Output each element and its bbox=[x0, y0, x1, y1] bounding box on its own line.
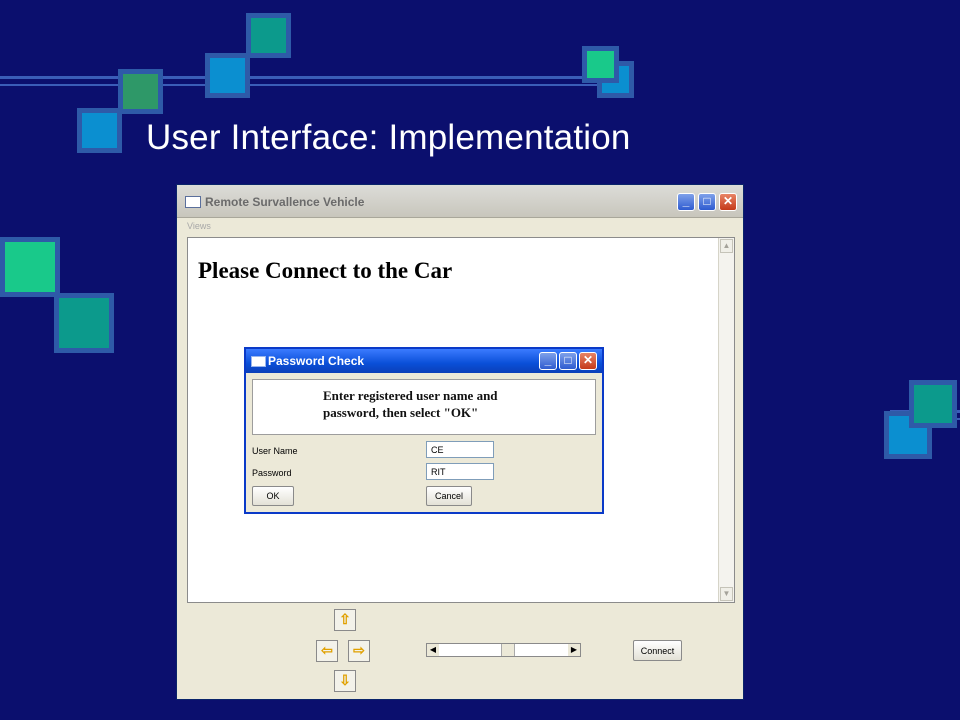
decor-line-top bbox=[0, 76, 620, 79]
decor-square bbox=[205, 53, 250, 98]
vertical-scrollbar[interactable]: ▲ ▼ bbox=[718, 238, 734, 602]
up-arrow-button[interactable]: ⇧ bbox=[334, 609, 356, 631]
window-app-icon bbox=[185, 196, 201, 208]
right-arrow-button[interactable]: ⇨ bbox=[348, 640, 370, 662]
page-heading: Please Connect to the Car bbox=[198, 258, 453, 283]
window-titlebar[interactable]: Remote Survallence Vehicle _ □ ✕ bbox=[177, 185, 743, 218]
scroll-right-icon[interactable]: ▶ bbox=[568, 644, 580, 656]
maximize-button[interactable]: □ bbox=[698, 193, 716, 211]
decor-square bbox=[118, 69, 163, 114]
dialog-maximize-button[interactable]: □ bbox=[559, 352, 577, 370]
horizontal-slider[interactable]: ◀ ▶ bbox=[426, 643, 581, 657]
decor-square bbox=[77, 108, 122, 153]
minimize-button[interactable]: _ bbox=[677, 193, 695, 211]
decor-square bbox=[54, 293, 114, 353]
scroll-left-icon[interactable]: ◀ bbox=[427, 644, 439, 656]
scroll-up-icon[interactable]: ▲ bbox=[720, 239, 733, 253]
dialog-close-button[interactable]: ✕ bbox=[579, 352, 597, 370]
dialog-message: Enter registered user name and password,… bbox=[252, 379, 596, 435]
decor-square bbox=[246, 13, 291, 58]
window-title: Remote Survallence Vehicle bbox=[205, 195, 365, 209]
menu-item-views[interactable]: Views bbox=[187, 221, 211, 231]
username-input[interactable] bbox=[426, 441, 494, 458]
slide-title: User Interface: Implementation bbox=[146, 118, 631, 157]
ok-button[interactable]: OK bbox=[252, 486, 294, 506]
left-arrow-button[interactable]: ⇦ bbox=[316, 640, 338, 662]
decor-square bbox=[582, 46, 619, 83]
dialog-message-line: Enter registered user name and bbox=[323, 388, 498, 403]
dialog-title: Password Check bbox=[268, 354, 365, 368]
password-input[interactable] bbox=[426, 463, 494, 480]
dialog-app-icon bbox=[251, 356, 266, 367]
password-label: Password bbox=[252, 468, 292, 478]
username-label: User Name bbox=[252, 446, 298, 456]
cancel-button[interactable]: Cancel bbox=[426, 486, 472, 506]
scroll-down-icon[interactable]: ▼ bbox=[720, 587, 733, 601]
dialog-minimize-button[interactable]: _ bbox=[539, 352, 557, 370]
connect-button[interactable]: Connect bbox=[633, 640, 682, 661]
slider-thumb[interactable] bbox=[501, 644, 515, 656]
menubar: Views bbox=[177, 217, 743, 235]
password-dialog: Password Check _ □ ✕ Enter registered us… bbox=[244, 347, 604, 514]
decor-square bbox=[909, 380, 957, 428]
down-arrow-button[interactable]: ⇩ bbox=[334, 670, 356, 692]
decor-square bbox=[0, 237, 60, 297]
dialog-titlebar[interactable]: Password Check _ □ ✕ bbox=[246, 349, 602, 373]
dialog-message-line: password, then select "OK" bbox=[323, 405, 479, 420]
decor-line-top-2 bbox=[0, 84, 620, 86]
close-button[interactable]: ✕ bbox=[719, 193, 737, 211]
